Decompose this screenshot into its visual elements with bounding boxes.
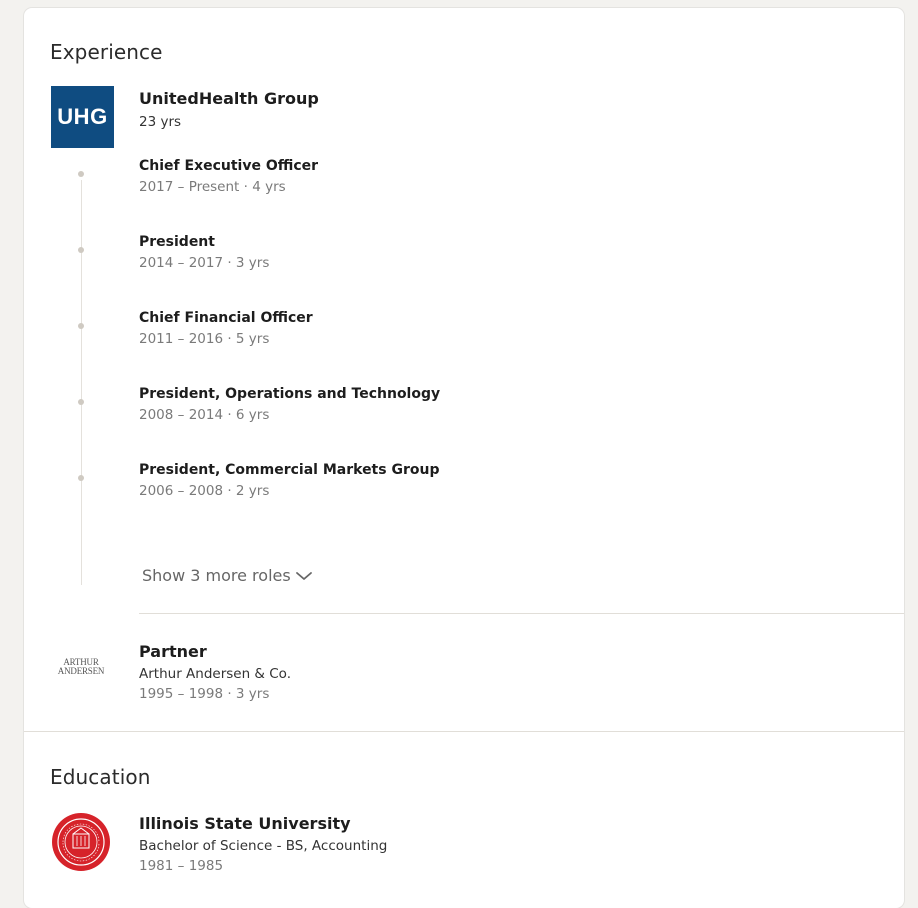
arthur-andersen-logo[interactable]: ARTHUR ANDERSEN	[48, 650, 114, 684]
position-divider	[139, 613, 904, 614]
company-tenure: 23 yrs	[139, 114, 182, 130]
role-dates: 2017 – Present · 4 yrs	[139, 179, 286, 195]
timeline-dot	[78, 475, 84, 481]
timeline-dot	[78, 247, 84, 253]
position-title-partner[interactable]: Partner	[139, 642, 207, 661]
arthur-andersen-logo-line2: ANDERSEN	[57, 666, 105, 676]
school-name[interactable]: Illinois State University	[139, 814, 351, 833]
experience-section-title: Experience	[50, 40, 163, 64]
role-dates: 2014 – 2017 · 3 yrs	[139, 255, 270, 271]
role-dates: 2011 – 2016 · 5 yrs	[139, 331, 270, 347]
chevron-down-icon	[295, 571, 312, 580]
timeline-dot	[78, 171, 84, 177]
roles-timeline-line	[81, 180, 82, 585]
education-section-title: Education	[50, 765, 151, 789]
role-dates: 2006 – 2008 · 2 yrs	[139, 483, 270, 499]
show-more-roles-label: Show 3 more roles	[142, 566, 291, 585]
role-title[interactable]: Chief Executive Officer	[139, 158, 318, 174]
company-name-unitedhealth[interactable]: UnitedHealth Group	[139, 89, 319, 108]
degree-text: Bachelor of Science - BS, Accounting	[139, 838, 388, 854]
timeline-dot	[78, 323, 84, 329]
unitedhealth-group-logo[interactable]: UHG	[51, 86, 114, 148]
role-dates: 2008 – 2014 · 6 yrs	[139, 407, 270, 423]
timeline-dot	[78, 399, 84, 405]
role-title[interactable]: Chief Financial Officer	[139, 310, 313, 326]
section-divider	[24, 731, 904, 732]
illinois-state-university-seal-icon[interactable]	[51, 812, 111, 872]
role-title[interactable]: President	[139, 234, 215, 250]
role-title[interactable]: President, Operations and Technology	[139, 386, 440, 402]
role-title[interactable]: President, Commercial Markets Group	[139, 462, 439, 478]
position-dates: 1995 – 1998 · 3 yrs	[139, 686, 270, 702]
profile-card: Experience UHG UnitedHealth Group 23 yrs…	[24, 8, 904, 908]
education-dates: 1981 – 1985	[139, 858, 224, 874]
company-name-arthur-andersen: Arthur Andersen & Co.	[139, 666, 291, 682]
show-more-roles-button[interactable]: Show 3 more roles	[142, 566, 313, 585]
